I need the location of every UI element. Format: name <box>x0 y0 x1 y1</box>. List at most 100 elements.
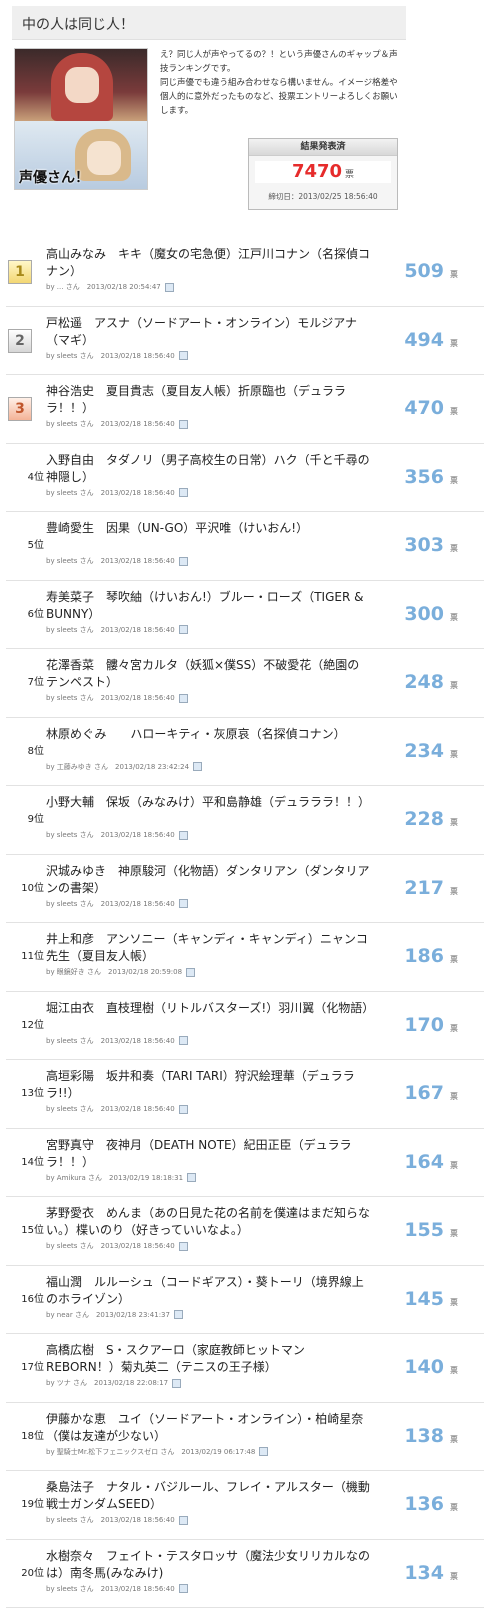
entry-title-link[interactable]: 沢城みゆき 神原駿河（化物語）ダンタリアン（ダンタリアンの書架） <box>46 863 371 897</box>
entry-title-link[interactable]: 寿美菜子 琴吹紬（けいおん!）ブルー・ローズ（TIGER & BUNNY） <box>46 589 371 623</box>
comment-icon[interactable] <box>178 419 188 429</box>
comment-icon[interactable] <box>178 1241 188 1251</box>
entry-title-link[interactable]: 高橋広樹 S・スクアーロ（家庭教師ヒットマンREBORN！）菊丸英二（テニスの王… <box>46 1342 371 1376</box>
comment-icon[interactable] <box>178 556 188 566</box>
ranking-row[interactable]: 7位 花澤香菜 髏々宮カルタ（妖狐×僕SS）不破愛花（絶園のテンペスト） by sl… <box>6 649 484 718</box>
entry-title-link[interactable]: 高垣彩陽 坂井和奏（TARI TARI）狩沢絵理華（デュラララ!!） <box>46 1068 371 1102</box>
ranking-row[interactable]: 20位 水樹奈々 フェイト・テスタロッサ（魔法少女リリカルなのは）南冬馬(みなみけ… <box>6 1540 484 1608</box>
rank-number: 20位 <box>21 1567 44 1579</box>
entry-title-link[interactable]: 井上和彦 アンソニー（キャンディ・キャンディ）ニャンコ先生（夏目友人帳） <box>46 931 371 965</box>
ranking-row[interactable]: 1 高山みなみ キキ（魔女の宅急便）江戸川コナン（名探偵コナン） by ... さん… <box>6 238 484 307</box>
entry-author-date: by sleets さん 2013/02/18 18:56:40 <box>46 488 175 497</box>
entry-title-link[interactable]: 林原めぐみ ハローキティ・灰原哀（名探偵コナン） <box>46 726 371 743</box>
ranking-row[interactable]: 18位 伊藤かな恵 ユイ（ソードアート・オンライン）・柏崎星奈（僕は友達が少ない）… <box>6 1403 484 1471</box>
entry-vote-count: 217 <box>404 876 444 899</box>
entry-title-link[interactable]: 茅野愛衣 めんま（あの日見た花の名前を僕達はまだ知らない。）楪いのり（好きってい… <box>46 1205 371 1239</box>
entry-author-date: by sleets さん 2013/02/18 18:56:40 <box>46 1036 175 1045</box>
entry-meta: by 工藤みゆき さん 2013/02/18 23:42:24 <box>46 762 203 772</box>
comment-icon[interactable] <box>186 967 196 977</box>
comment-icon[interactable] <box>178 351 188 360</box>
entry-meta: by 聖騎士Mr.松下フェニックスゼロ さん 2013/02/19 06:17:… <box>46 1447 269 1457</box>
comment-icon[interactable] <box>193 762 203 771</box>
comment-icon[interactable] <box>164 282 174 292</box>
entry-meta: by sleets さん 2013/02/18 18:56:40 <box>46 1241 188 1251</box>
vote-unit: 票 <box>450 749 458 759</box>
ranking-row[interactable]: 8位 林原めぐみ ハローキティ・灰原哀（名探偵コナン） by 工藤みゆき さん 20… <box>6 718 484 786</box>
comment-icon[interactable] <box>172 1378 182 1388</box>
ranking-row[interactable]: 4位 入野自由 タダノリ（男子高校生の日常）ハク（千と千尋の神隠し） by slee… <box>6 444 484 512</box>
ranking-row[interactable]: 6位 寿美菜子 琴吹紬（けいおん!）ブルー・ローズ（TIGER & BUNNY） b… <box>6 581 484 649</box>
comment-icon[interactable] <box>178 488 188 497</box>
entry-vote-count: 248 <box>404 671 444 693</box>
entry-vote-count: 155 <box>404 1219 444 1241</box>
entry-title-link[interactable]: 小野大輔 保坂（みなみけ）平和島静雄（デュラララ！！） <box>46 794 371 811</box>
ranking-row[interactable]: 3 神谷浩史 夏目貴志（夏目友人帳）折原臨也（デュラララ！！） by sleets … <box>6 375 484 444</box>
entry-vote-count: 509 <box>404 260 444 282</box>
ranking-row[interactable]: 16位 福山潤 ルルーシュ（コードギアス）・葵トーリ（境界線上のホライゾン） by … <box>6 1266 484 1334</box>
entry-title-link[interactable]: 戸松遥 アスナ（ソードアート・オンライン）モルジアナ（マギ） <box>46 315 371 349</box>
entry-title-link[interactable]: 伊藤かな恵 ユイ（ソードアート・オンライン）・柏崎星奈（僕は友達が少ない） <box>46 1411 371 1445</box>
ranking-row[interactable]: 9位 小野大輔 保坂（みなみけ）平和島静雄（デュラララ！！） by sleets さ… <box>6 786 484 855</box>
rank-number: 6位 <box>27 608 44 620</box>
ranking-row[interactable]: 17位 高橋広樹 S・スクアーロ（家庭教師ヒットマンREBORN！）菊丸英二（テニ… <box>6 1334 484 1403</box>
entry-title-link[interactable]: 水樹奈々 フェイト・テスタロッサ（魔法少女リリカルなのは）南冬馬(みなみけ) <box>46 1548 371 1582</box>
entry-title-link[interactable]: 豊崎愛生 因果（UN-GO）平沢唯（けいおん!） <box>46 520 371 537</box>
comment-icon[interactable] <box>178 1584 188 1593</box>
entry-vote-count: 228 <box>404 808 444 830</box>
entry-vote-count: 300 <box>404 602 444 625</box>
comment-icon[interactable] <box>178 830 188 840</box>
entry-meta: by sleets さん 2013/02/18 18:56:40 <box>46 488 188 498</box>
entry-vote-count: 134 <box>404 1561 444 1584</box>
ranking-row[interactable]: 14位 宮野真守 夜神月（DEATH NOTE）紀田正臣（デュラララ！！） by A… <box>6 1129 484 1197</box>
entry-vote-count: 145 <box>404 1287 444 1310</box>
ranking-row[interactable]: 5位 豊崎愛生 因果（UN-GO）平沢唯（けいおん!） by sleets さん 2… <box>6 512 484 581</box>
entry-title-link[interactable]: 宮野真守 夜神月（DEATH NOTE）紀田正臣（デュラララ！！） <box>46 1137 371 1171</box>
rank-number: 10位 <box>21 882 44 894</box>
entry-title-link[interactable]: 神谷浩史 夏目貴志（夏目友人帳）折原臨也（デュラララ！！） <box>46 383 371 417</box>
comment-icon[interactable] <box>178 1104 188 1114</box>
vote-unit: 票 <box>450 1229 458 1238</box>
entry-author-date: by 聖騎士Mr.松下フェニックスゼロ さん 2013/02/19 06:17:… <box>46 1447 256 1456</box>
ranking-row[interactable]: 15位 茅野愛衣 めんま（あの日見た花の名前を僕達はまだ知らない。）楪いのり（好き… <box>6 1197 484 1266</box>
entry-meta: by sleets さん 2013/02/18 18:56:40 <box>46 1515 188 1525</box>
entry-meta: by Amikura さん 2013/02/19 18:18:31 <box>46 1173 197 1183</box>
rank-number: 7位 <box>27 677 44 688</box>
entry-vote-count: 356 <box>404 465 444 488</box>
ranking-row[interactable]: 12位 堀江由衣 直枝理樹（リトルバスターズ!）羽川翼（化物語） by sleets… <box>6 992 484 1060</box>
comment-icon[interactable] <box>173 1310 183 1319</box>
comment-icon[interactable] <box>178 693 188 703</box>
comment-icon[interactable] <box>178 1036 188 1045</box>
entry-vote-count: 170 <box>404 1013 444 1036</box>
rank-number: 18位 <box>21 1430 44 1442</box>
total-votes-unit: 票 <box>345 170 355 180</box>
entry-author-date: by 工藤みゆき さん 2013/02/18 23:42:24 <box>46 762 190 771</box>
comment-icon[interactable] <box>259 1447 269 1456</box>
entry-author-date: by sleets さん 2013/02/18 18:56:40 <box>46 625 175 634</box>
vote-unit: 票 <box>450 338 458 348</box>
ranking-row[interactable]: 11位 井上和彦 アンソニー（キャンディ・キャンディ）ニャンコ先生（夏目友人帳） b… <box>6 923 484 992</box>
ranking-row[interactable]: 19位 桑島法子 ナタル・バジルール、フレイ・アルスター（機動戦士ガンダムSEED… <box>6 1471 484 1540</box>
entry-title-link[interactable]: 入野自由 タダノリ（男子高校生の日常）ハク（千と千尋の神隠し） <box>46 452 371 486</box>
entry-title-link[interactable]: 花澤香菜 髏々宮カルタ（妖狐×僕SS）不破愛花（絶園のテンペスト） <box>46 657 371 691</box>
vote-unit: 票 <box>450 1023 458 1033</box>
comment-icon[interactable] <box>187 1173 197 1182</box>
rank-number: 19位 <box>21 1499 44 1510</box>
entry-title-link[interactable]: 高山みなみ キキ（魔女の宅急便）江戸川コナン（名探偵コナン） <box>46 246 371 280</box>
entry-title-link[interactable]: 福山潤 ルルーシュ（コードギアス）・葵トーリ（境界線上のホライゾン） <box>46 1274 371 1308</box>
rank-number: 15位 <box>21 1225 44 1236</box>
ranking-row[interactable]: 13位 高垣彩陽 坂井和奏（TARI TARI）狩沢絵理華（デュラララ!!） by … <box>6 1060 484 1129</box>
entry-vote-count: 494 <box>404 328 444 351</box>
comment-icon[interactable] <box>178 625 188 634</box>
rank-number: 14位 <box>21 1156 44 1168</box>
entry-title-link[interactable]: 桑島法子 ナタル・バジルール、フレイ・アルスター（機動戦士ガンダムSEED） <box>46 1479 371 1513</box>
comment-icon[interactable] <box>178 1515 188 1525</box>
rank-number: 13位 <box>21 1088 44 1099</box>
comment-icon[interactable] <box>178 899 188 908</box>
ranking-row[interactable]: 10位 沢城みゆき 神原駿河（化物語）ダンタリアン（ダンタリアンの書架） by sl… <box>6 855 484 923</box>
ranking-row[interactable]: 2 戸松遥 アスナ（ソードアート・オンライン）モルジアナ（マギ） by sleets… <box>6 307 484 375</box>
rank-medal-icon: 1 <box>8 260 32 284</box>
entry-vote-count: 138 <box>404 1424 444 1447</box>
entry-author-date: by ... さん 2013/02/18 20:54:47 <box>46 283 161 291</box>
vote-unit: 票 <box>450 1092 458 1101</box>
entry-title-link[interactable]: 堀江由衣 直枝理樹（リトルバスターズ!）羽川翼（化物語） <box>46 1000 374 1017</box>
